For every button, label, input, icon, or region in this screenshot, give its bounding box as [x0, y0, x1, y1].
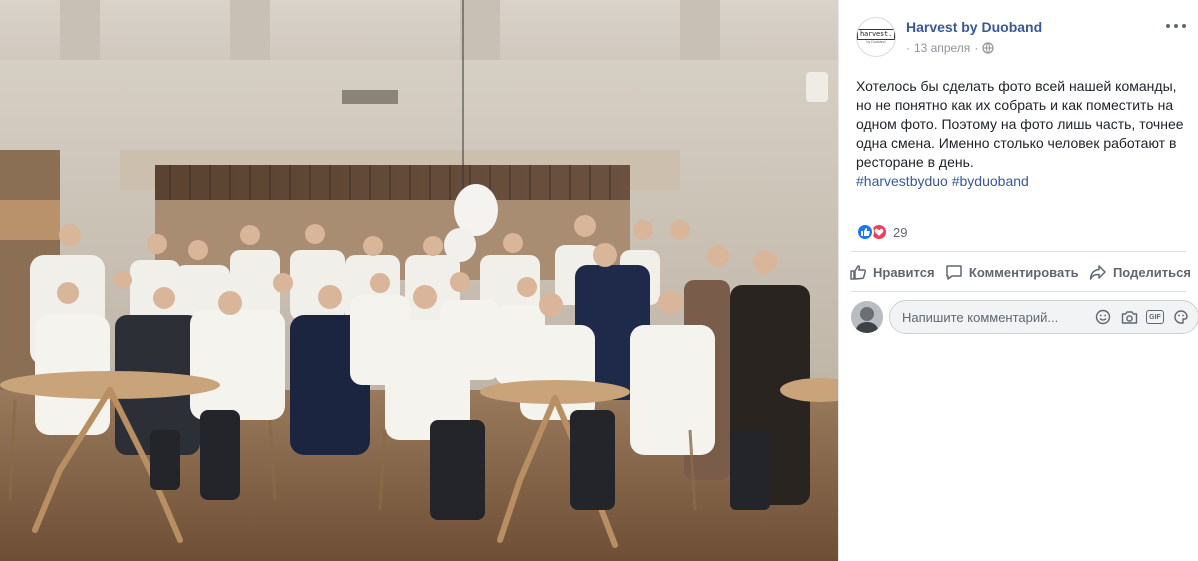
page-name-link[interactable]: Harvest by Duoband	[906, 19, 1042, 35]
emoji-icon[interactable]	[1094, 308, 1112, 326]
like-label: Нравится	[873, 264, 935, 280]
comment-tools: GIF	[1094, 308, 1190, 326]
like-button[interactable]: Нравится	[847, 263, 937, 281]
hashtag-link[interactable]: #harvestbyduo	[856, 173, 948, 189]
camera-icon[interactable]	[1120, 308, 1138, 326]
comment-icon	[946, 265, 962, 280]
comment-label: Комментировать	[968, 264, 1079, 280]
comment-button[interactable]: Комментировать	[943, 263, 1081, 281]
comment-input[interactable]	[902, 309, 1072, 325]
post-header: harvest. by Duoband Harvest by Duoband ·…	[856, 15, 1196, 59]
post-side-panel: harvest. by Duoband Harvest by Duoband ·…	[838, 0, 1198, 561]
sticker-icon[interactable]	[1172, 308, 1190, 326]
post-date[interactable]: 13 апреля	[914, 41, 970, 55]
meta-separator: ·	[974, 41, 979, 55]
globe-icon	[982, 42, 994, 54]
post-meta: · 13 апреля ·	[906, 41, 994, 55]
like-icon	[856, 223, 874, 241]
reaction-count: 29	[893, 224, 908, 240]
hashtag-link[interactable]: #byduoband	[952, 173, 1029, 189]
share-label: Поделиться	[1112, 264, 1191, 280]
post-action-bar: Нравится Комментировать Поделиться	[847, 257, 1193, 287]
comment-composer: GIF	[851, 300, 1198, 334]
page-logo-text: harvest.	[857, 29, 895, 40]
post-text: Хотелось бы сделать фото всей нашей кома…	[856, 78, 1184, 170]
comment-box: GIF	[889, 300, 1198, 334]
team-photo-image	[0, 0, 838, 561]
page-logo-subtext: by Duoband	[866, 40, 886, 44]
share-icon	[1089, 265, 1106, 280]
reaction-summary[interactable]: 29	[856, 222, 907, 242]
thumbs-up-icon	[850, 265, 867, 280]
hashtag-list: #harvestbyduo #byduoband	[856, 173, 1029, 189]
gif-icon[interactable]: GIF	[1146, 310, 1164, 324]
meta-separator: ·	[906, 41, 910, 55]
share-button[interactable]: Поделиться	[1087, 263, 1193, 281]
divider	[851, 291, 1186, 292]
post-body: Хотелось бы сделать фото всей нашей кома…	[856, 77, 1186, 191]
divider	[851, 251, 1186, 252]
user-avatar[interactable]	[851, 301, 883, 333]
more-options-icon[interactable]	[1166, 19, 1186, 33]
post-photo[interactable]	[0, 0, 838, 561]
page-avatar[interactable]: harvest. by Duoband	[856, 17, 896, 57]
